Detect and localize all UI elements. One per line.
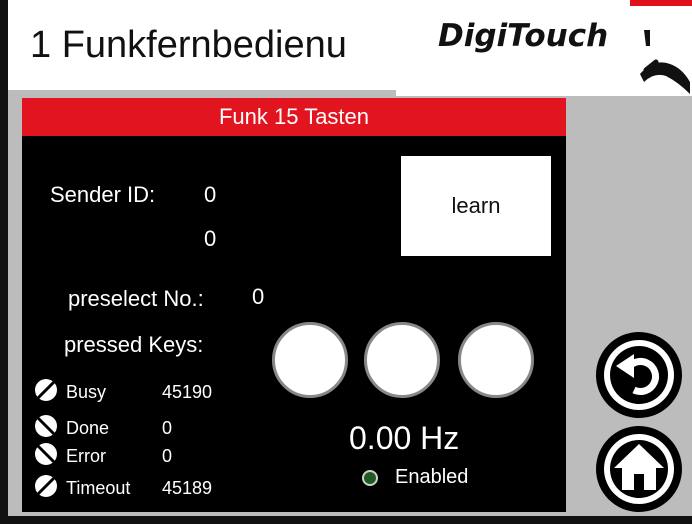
sender-id-value-2: 0	[204, 226, 217, 251]
remote-panel: Funk 15 Tasten Sender ID: 0 0 learn pres…	[22, 98, 566, 512]
error-disabled-icon	[35, 443, 57, 465]
hand-touch-icon	[640, 30, 690, 94]
frequency-readout: 0.00 Hz	[349, 420, 460, 456]
status-timeout-label: Timeout	[66, 478, 131, 498]
sender-id-label: Sender ID:	[50, 182, 156, 207]
status-done-label: Done	[66, 418, 110, 438]
logo-text: DigiTouch	[438, 18, 609, 54]
pressed-key-indicator-2	[364, 322, 440, 398]
status-error-label: Error	[66, 446, 106, 466]
status-done-value: 0	[162, 418, 173, 438]
enabled-indicator	[362, 470, 378, 486]
pressed-key-indicator-1	[272, 322, 348, 398]
status-timeout-value: 45189	[162, 478, 213, 498]
page-title: 1 Funkfernbedienu	[30, 23, 347, 66]
sender-id-value-1: 0	[204, 182, 217, 207]
brand-logo: DigiTouch	[396, 0, 692, 96]
pressed-keys-label: pressed Keys:	[64, 332, 204, 357]
pressed-key-indicator-3	[458, 322, 534, 398]
status-busy-label: Busy	[66, 382, 107, 402]
preselect-value: 0	[252, 284, 265, 309]
busy-disabled-icon	[35, 379, 57, 401]
learn-button[interactable]: learn	[401, 156, 551, 256]
timeout-disabled-icon	[35, 475, 57, 497]
status-error-value: 0	[162, 446, 173, 466]
preselect-label: preselect No.:	[68, 286, 204, 311]
home-icon[interactable]	[594, 424, 684, 514]
enabled-label: Enabled	[395, 466, 469, 488]
logo-accent-strip	[630, 0, 692, 6]
status-busy-value: 45190	[162, 382, 213, 402]
title-bar: 1 Funkfernbedienu	[8, 0, 396, 90]
back-icon[interactable]	[594, 330, 684, 420]
panel-header: Funk 15 Tasten	[22, 98, 566, 136]
done-disabled-icon	[35, 415, 57, 437]
